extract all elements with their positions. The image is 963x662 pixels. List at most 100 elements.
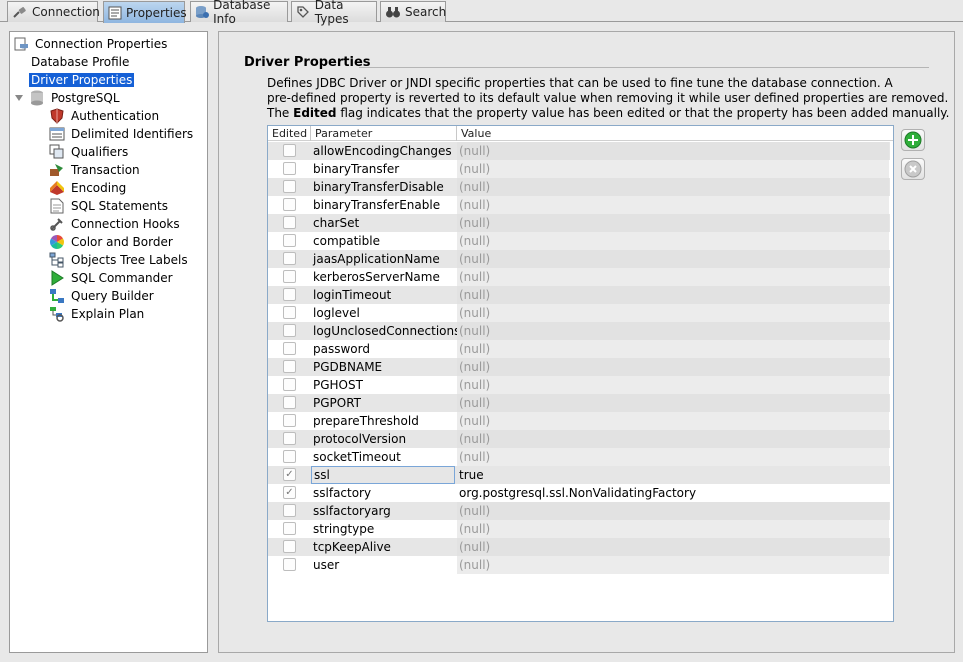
- value-cell[interactable]: (null): [457, 430, 889, 448]
- table-row[interactable]: ✓ ssl true: [268, 466, 890, 484]
- parameter-cell[interactable]: charSet: [313, 214, 456, 232]
- table-row[interactable]: protocolVersion (null): [268, 430, 890, 448]
- tree-item-query-builder[interactable]: Query Builder: [49, 287, 156, 305]
- column-header-edited[interactable]: Edited: [268, 126, 310, 141]
- parameter-cell[interactable]: stringtype: [313, 520, 456, 538]
- value-cell[interactable]: (null): [457, 394, 889, 412]
- table-row[interactable]: kerberosServerName (null): [268, 268, 890, 286]
- tab-database-info[interactable]: Database Info: [190, 0, 288, 26]
- parameter-cell[interactable]: PGHOST: [313, 376, 456, 394]
- tree-item-transaction[interactable]: Transaction: [49, 161, 142, 179]
- parameter-cell[interactable]: protocolVersion: [313, 430, 456, 448]
- tree-item-color-and-border[interactable]: Color and Border: [49, 233, 175, 251]
- table-row[interactable]: PGHOST (null): [268, 376, 890, 394]
- properties-table[interactable]: Edited Parameter Value allowEncodingChan…: [267, 125, 894, 622]
- edited-checkbox[interactable]: ✓: [283, 468, 296, 481]
- tab-search[interactable]: Search: [380, 1, 446, 22]
- parameter-cell[interactable]: sslfactory: [313, 484, 456, 502]
- parameter-cell[interactable]: PGDBNAME: [313, 358, 456, 376]
- table-row[interactable]: loginTimeout (null): [268, 286, 890, 304]
- value-cell[interactable]: (null): [457, 520, 889, 538]
- tree-item-driver-properties[interactable]: Driver Properties: [29, 71, 135, 89]
- value-cell[interactable]: (null): [457, 232, 889, 250]
- parameter-cell[interactable]: binaryTransferEnable: [313, 196, 456, 214]
- column-header-value[interactable]: Value: [456, 126, 890, 141]
- edited-checkbox[interactable]: [283, 432, 296, 445]
- value-cell[interactable]: (null): [457, 160, 889, 178]
- edited-checkbox[interactable]: [283, 324, 296, 337]
- edited-checkbox[interactable]: [283, 522, 296, 535]
- parameter-cell[interactable]: sslfactoryarg: [313, 502, 456, 520]
- settings-tree[interactable]: Connection Properties Database Profile D…: [9, 31, 208, 653]
- value-cell[interactable]: (null): [457, 214, 889, 232]
- tree-item-database-profile[interactable]: Database Profile: [29, 53, 131, 71]
- parameter-cell[interactable]: ssl: [311, 466, 455, 484]
- remove-property-button[interactable]: [901, 158, 925, 180]
- tree-item-delimited-identifiers[interactable]: Delimited Identifiers: [49, 125, 195, 143]
- table-row[interactable]: sslfactoryarg (null): [268, 502, 890, 520]
- table-row[interactable]: socketTimeout (null): [268, 448, 890, 466]
- edited-checkbox[interactable]: [283, 216, 296, 229]
- edited-checkbox[interactable]: [283, 252, 296, 265]
- tree-item-sql-commander[interactable]: SQL Commander: [49, 269, 175, 287]
- parameter-cell[interactable]: tcpKeepAlive: [313, 538, 456, 556]
- value-cell[interactable]: (null): [457, 322, 889, 340]
- value-cell[interactable]: (null): [457, 304, 889, 322]
- tree-item-objects-tree-labels[interactable]: Objects Tree Labels: [49, 251, 190, 269]
- value-cell[interactable]: (null): [457, 412, 889, 430]
- edited-checkbox[interactable]: [283, 144, 296, 157]
- table-row[interactable]: stringtype (null): [268, 520, 890, 538]
- parameter-cell[interactable]: compatible: [313, 232, 456, 250]
- value-cell[interactable]: (null): [457, 286, 889, 304]
- value-cell[interactable]: (null): [457, 340, 889, 358]
- parameter-cell[interactable]: user: [313, 556, 456, 574]
- value-cell[interactable]: (null): [457, 268, 889, 286]
- column-header-parameter[interactable]: Parameter: [310, 126, 456, 141]
- tree-item-qualifiers[interactable]: Qualifiers: [49, 143, 130, 161]
- edited-checkbox[interactable]: [283, 450, 296, 463]
- edited-checkbox[interactable]: [283, 414, 296, 427]
- value-cell[interactable]: (null): [457, 250, 889, 268]
- table-row[interactable]: charSet (null): [268, 214, 890, 232]
- value-cell[interactable]: true: [457, 466, 889, 484]
- value-cell[interactable]: (null): [457, 142, 889, 160]
- edited-checkbox[interactable]: [283, 360, 296, 373]
- parameter-cell[interactable]: binaryTransfer: [313, 160, 456, 178]
- tree-item-authentication[interactable]: Authentication: [49, 107, 161, 125]
- parameter-cell[interactable]: socketTimeout: [313, 448, 456, 466]
- edited-checkbox[interactable]: [283, 288, 296, 301]
- value-cell[interactable]: (null): [457, 538, 889, 556]
- parameter-cell[interactable]: PGPORT: [313, 394, 456, 412]
- table-row[interactable]: binaryTransfer (null): [268, 160, 890, 178]
- table-row[interactable]: loglevel (null): [268, 304, 890, 322]
- parameter-cell[interactable]: loginTimeout: [313, 286, 456, 304]
- edited-checkbox[interactable]: [283, 540, 296, 553]
- table-row[interactable]: binaryTransferEnable (null): [268, 196, 890, 214]
- parameter-cell[interactable]: kerberosServerName: [313, 268, 456, 286]
- value-cell[interactable]: (null): [457, 196, 889, 214]
- tree-item-encoding[interactable]: Encoding: [49, 179, 128, 197]
- value-cell[interactable]: (null): [457, 448, 889, 466]
- table-row[interactable]: prepareThreshold (null): [268, 412, 890, 430]
- tree-item-postgresql[interactable]: PostgreSQL: [13, 89, 122, 107]
- edited-checkbox[interactable]: [283, 342, 296, 355]
- add-property-button[interactable]: [901, 129, 925, 151]
- tree-item-sql-statements[interactable]: SQL Statements: [49, 197, 170, 215]
- parameter-cell[interactable]: prepareThreshold: [313, 412, 456, 430]
- expand-arrow-icon[interactable]: [13, 90, 25, 106]
- value-cell[interactable]: (null): [457, 358, 889, 376]
- value-cell[interactable]: (null): [457, 376, 889, 394]
- table-row[interactable]: tcpKeepAlive (null): [268, 538, 890, 556]
- tab-connection[interactable]: Connection: [7, 1, 100, 22]
- edited-checkbox[interactable]: [283, 396, 296, 409]
- edited-checkbox[interactable]: [283, 504, 296, 517]
- table-row[interactable]: PGPORT (null): [268, 394, 890, 412]
- edited-checkbox[interactable]: [283, 558, 296, 571]
- value-cell[interactable]: (null): [457, 556, 889, 574]
- value-cell[interactable]: org.postgresql.ssl.NonValidatingFactory: [457, 484, 889, 502]
- edited-checkbox[interactable]: [283, 180, 296, 193]
- parameter-cell[interactable]: allowEncodingChanges: [313, 142, 456, 160]
- table-row[interactable]: password (null): [268, 340, 890, 358]
- edited-checkbox[interactable]: [283, 270, 296, 283]
- table-row[interactable]: compatible (null): [268, 232, 890, 250]
